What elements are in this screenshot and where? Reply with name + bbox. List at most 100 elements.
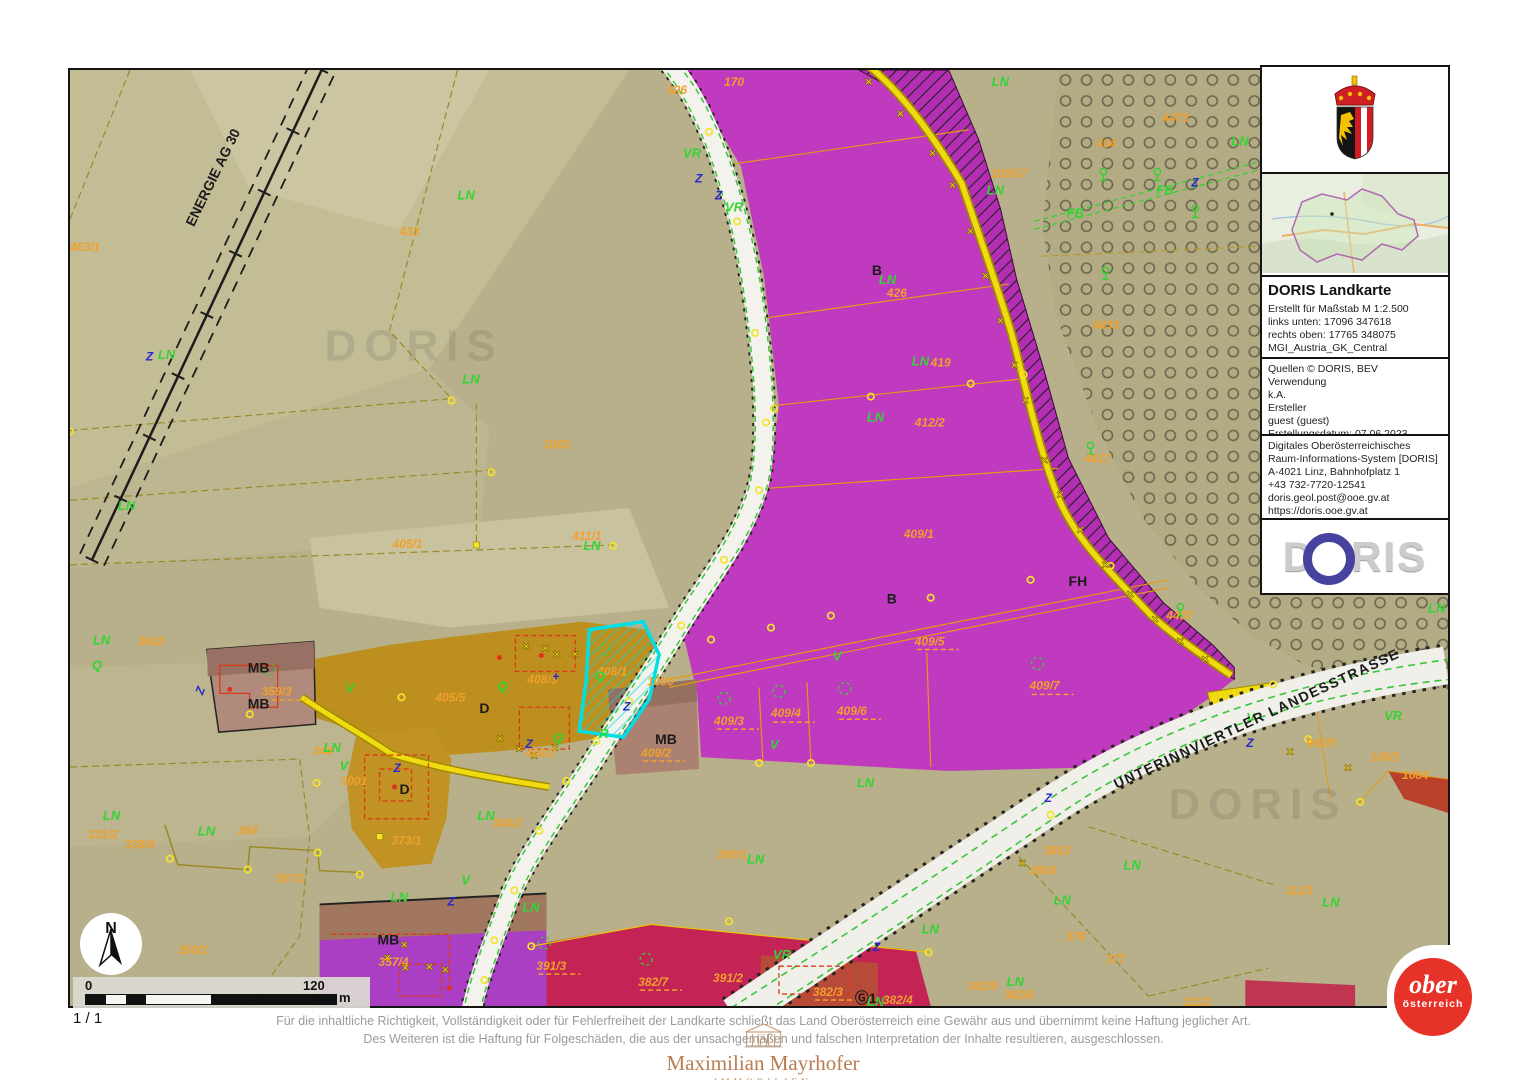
road-cross-icon: ×: [929, 146, 937, 161]
map-label: LN: [1054, 892, 1072, 907]
map-label: 335/4: [125, 838, 155, 852]
map-label: 409/6: [836, 704, 867, 718]
map-label: 434: [1096, 137, 1117, 151]
projection: MGI_Austria_GK_Central: [1268, 342, 1442, 355]
map-label: LN: [522, 899, 540, 914]
creator-value: guest (guest): [1268, 415, 1442, 428]
scale-unit: m: [339, 990, 351, 1005]
map-label: Q: [553, 730, 563, 745]
map-label: 1000: [647, 674, 674, 688]
map-label: LN: [1123, 858, 1141, 873]
brand-logo: Maximilian Mayrhofer IMMOBILIEN: [666, 1022, 859, 1080]
map-label: LN: [457, 187, 475, 202]
map-label: 3001: [341, 774, 368, 788]
road-cross-icon: ×: [496, 731, 504, 746]
org-email: doris.geol.post@ooe.gv.at: [1268, 492, 1442, 505]
map-label: 409/3: [713, 714, 744, 728]
map-label: DORIS: [1168, 780, 1347, 829]
map-label: D: [400, 781, 410, 797]
scale-line: Erstellt für Maßstab M 1:2.500: [1268, 303, 1442, 316]
map-label: V: [833, 648, 843, 663]
road-cross-icon: ×: [1201, 651, 1209, 666]
location-dot: [1330, 212, 1334, 216]
map-canvas[interactable]: ××××××××××××××××××××××××××××××××× 170626…: [70, 70, 1448, 1006]
map-label: D: [479, 700, 489, 716]
map-label: 373/1: [392, 834, 422, 848]
map-label: 331/2: [88, 828, 118, 842]
doris-logo: D RIS: [1262, 520, 1448, 593]
map-label: 108/1: [1370, 750, 1400, 764]
doris-logo-ris: RIS: [1351, 533, 1427, 581]
map-label: 384/2: [492, 816, 522, 830]
map-label: Z: [714, 188, 723, 202]
scale-start: 0: [85, 978, 92, 993]
map-label: 3853: [1044, 844, 1071, 858]
ooe-logo: ober österreich: [1394, 958, 1472, 1036]
map-label: Z: [145, 350, 154, 364]
map-label: Z: [1190, 176, 1199, 190]
map-label: LN: [462, 372, 480, 387]
map-label: 357/1: [275, 872, 305, 886]
road-cross-icon: ×: [1057, 487, 1065, 502]
scale-bar: 0 120 m: [73, 977, 370, 1008]
brand-name: Maximilian Mayrhofer: [666, 1051, 859, 1076]
map-label: Z: [872, 940, 881, 954]
map-label: B: [872, 262, 882, 278]
map-label: R: [599, 726, 609, 741]
creation-date: Erstellungsdatum: 07.06.2023: [1268, 428, 1442, 436]
map-label: 1002: [543, 437, 570, 451]
map-label: LN: [857, 775, 875, 790]
map-label: 405/5: [434, 690, 465, 704]
road-cross-icon: ×: [1022, 393, 1030, 408]
map-label: 391/2: [713, 971, 743, 985]
map-label: 982/5: [1306, 736, 1336, 750]
road-cross-icon: ×: [571, 647, 579, 662]
creator-label: Ersteller: [1268, 402, 1442, 415]
map-label: LN: [922, 921, 940, 936]
map-label: 409/2: [640, 746, 671, 760]
map-label: LN: [867, 410, 885, 425]
map-label: 463/1: [70, 240, 100, 254]
map-label: Z: [524, 737, 533, 751]
map-label: V: [340, 758, 350, 773]
info-panel: DORIS Landkarte Erstellt für Maßstab M 1…: [1260, 65, 1450, 595]
road-cross-icon: ×: [1102, 557, 1110, 572]
overview-map: [1262, 174, 1448, 277]
map-label: LN: [118, 498, 136, 513]
map-label: 4433: [1092, 318, 1120, 332]
org-url: https://doris.ooe.gv.at: [1268, 505, 1442, 518]
extent-upper-right: rechts oben: 17765 348075: [1268, 329, 1442, 342]
map-label: 364: [238, 824, 258, 838]
building-icon: [743, 1022, 783, 1048]
map-label: LN: [1428, 601, 1446, 616]
map-label: 4437: [1165, 609, 1194, 623]
map-label: 409/5: [914, 635, 945, 649]
panel-title-section: DORIS Landkarte Erstellt für Maßstab M 1…: [1262, 277, 1448, 359]
scale-bar-graphic: [85, 994, 337, 1005]
scale-end: 120: [303, 978, 325, 993]
panel-meta-section: Quellen © DORIS, BEV Verwendung k.A. Ers…: [1262, 359, 1448, 436]
map-label: Z: [1044, 791, 1053, 805]
parcel-square-icon: [473, 542, 479, 548]
coat-of-arms: [1262, 67, 1448, 174]
ooe-logo-box: ober österreich: [1387, 945, 1527, 1080]
map-label: VR: [725, 199, 744, 214]
map-label: 4473: [1161, 111, 1189, 125]
map-label: LN: [1231, 134, 1249, 149]
map-label: LN: [477, 808, 495, 823]
map-label: VR: [683, 146, 702, 161]
ooe-logo-line2: österreich: [1394, 998, 1472, 1010]
map-label: FB: [1156, 182, 1173, 197]
map-label: 111/2: [1182, 995, 1211, 1006]
map-label: Q: [497, 678, 507, 693]
map-label: LN: [992, 74, 1010, 89]
map-label: 419: [930, 356, 951, 370]
map-label: 3854: [1030, 864, 1057, 878]
road-cross-icon: ×: [425, 959, 433, 974]
map-label: LN: [93, 633, 111, 648]
map-frame: ××××××××××××××××××××××××××××××××× 170626…: [68, 68, 1450, 1008]
road-cross-icon: ×: [1077, 522, 1085, 537]
map-label: MB: [248, 659, 270, 675]
map-label: 170: [724, 75, 744, 89]
map-label: MB: [248, 695, 270, 711]
